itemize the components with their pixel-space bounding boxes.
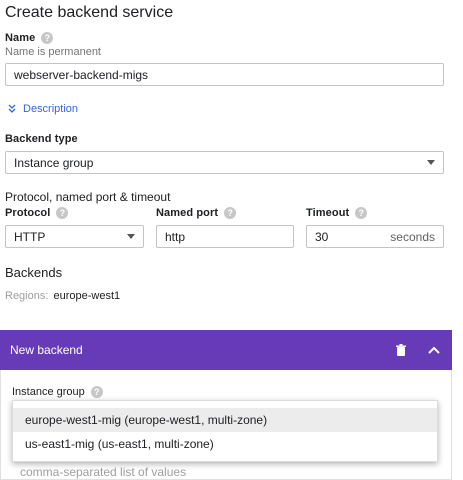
dropdown-option[interactable]: us-east1-mig (us-east1, multi-zone) — [13, 432, 437, 456]
help-circle-icon[interactable]: ? — [224, 207, 237, 219]
timeout-label: Timeout — [306, 207, 350, 219]
timeout-label-row: Timeout ? — [306, 207, 368, 219]
page-title: Create backend service — [5, 4, 174, 21]
protocol-label-row: Protocol ? — [5, 207, 69, 219]
help-circle-icon[interactable]: ? — [90, 386, 103, 398]
caret-down-icon — [127, 234, 135, 239]
name-label: Name — [5, 32, 36, 44]
instance-group-label: Instance group — [12, 386, 85, 398]
named-port-value: http — [165, 229, 186, 244]
instance-group-dropdown: europe-west1-mig (europe-west1, multi-zo… — [12, 400, 438, 462]
regions-label: Regions: — [5, 290, 49, 302]
named-port-label: Named port — [156, 207, 219, 219]
regions-row: Regions: europe-west1 — [5, 290, 120, 302]
description-label: Description — [23, 103, 79, 115]
regions-value: europe-west1 — [53, 290, 121, 302]
name-label-row: Name ? — [5, 32, 54, 44]
name-hint: Name is permanent — [5, 46, 101, 58]
help-circle-icon[interactable]: ? — [56, 207, 69, 219]
protocol-section-heading: Protocol, named port & timeout — [5, 190, 171, 204]
help-circle-icon[interactable]: ? — [355, 207, 368, 219]
timeout-field[interactable]: 30 seconds — [306, 225, 444, 248]
protocol-value: HTTP — [14, 229, 46, 244]
new-backend-header: New backend — [0, 330, 452, 370]
new-backend-title: New backend — [10, 343, 83, 357]
double-chevron-down-icon — [8, 104, 16, 113]
name-value: webserver-backend-migs — [14, 67, 149, 82]
partial-hint-text: comma-separated list of values — [20, 465, 187, 479]
timeout-value: 30 — [315, 229, 329, 244]
named-port-label-row: Named port ? — [156, 207, 237, 219]
named-port-field[interactable]: http — [156, 225, 294, 248]
instance-group-label-row: Instance group ? — [12, 386, 103, 398]
help-circle-icon[interactable]: ? — [41, 32, 54, 44]
dropdown-option[interactable]: europe-west1-mig (europe-west1, multi-zo… — [13, 408, 437, 432]
backends-heading: Backends — [5, 265, 63, 280]
chevron-up-icon[interactable] — [426, 342, 442, 358]
trash-icon[interactable] — [394, 343, 408, 357]
backend-type-select[interactable]: Instance group — [5, 151, 444, 174]
protocol-select[interactable]: HTTP — [5, 225, 144, 248]
protocol-label: Protocol — [5, 207, 51, 219]
description-toggle[interactable]: Description — [6, 103, 78, 115]
caret-down-icon — [427, 160, 435, 165]
name-field[interactable]: webserver-backend-migs — [5, 63, 444, 86]
timeout-unit: seconds — [390, 229, 435, 244]
backend-type-label: Backend type — [5, 133, 78, 145]
backend-type-value: Instance group — [14, 155, 94, 170]
